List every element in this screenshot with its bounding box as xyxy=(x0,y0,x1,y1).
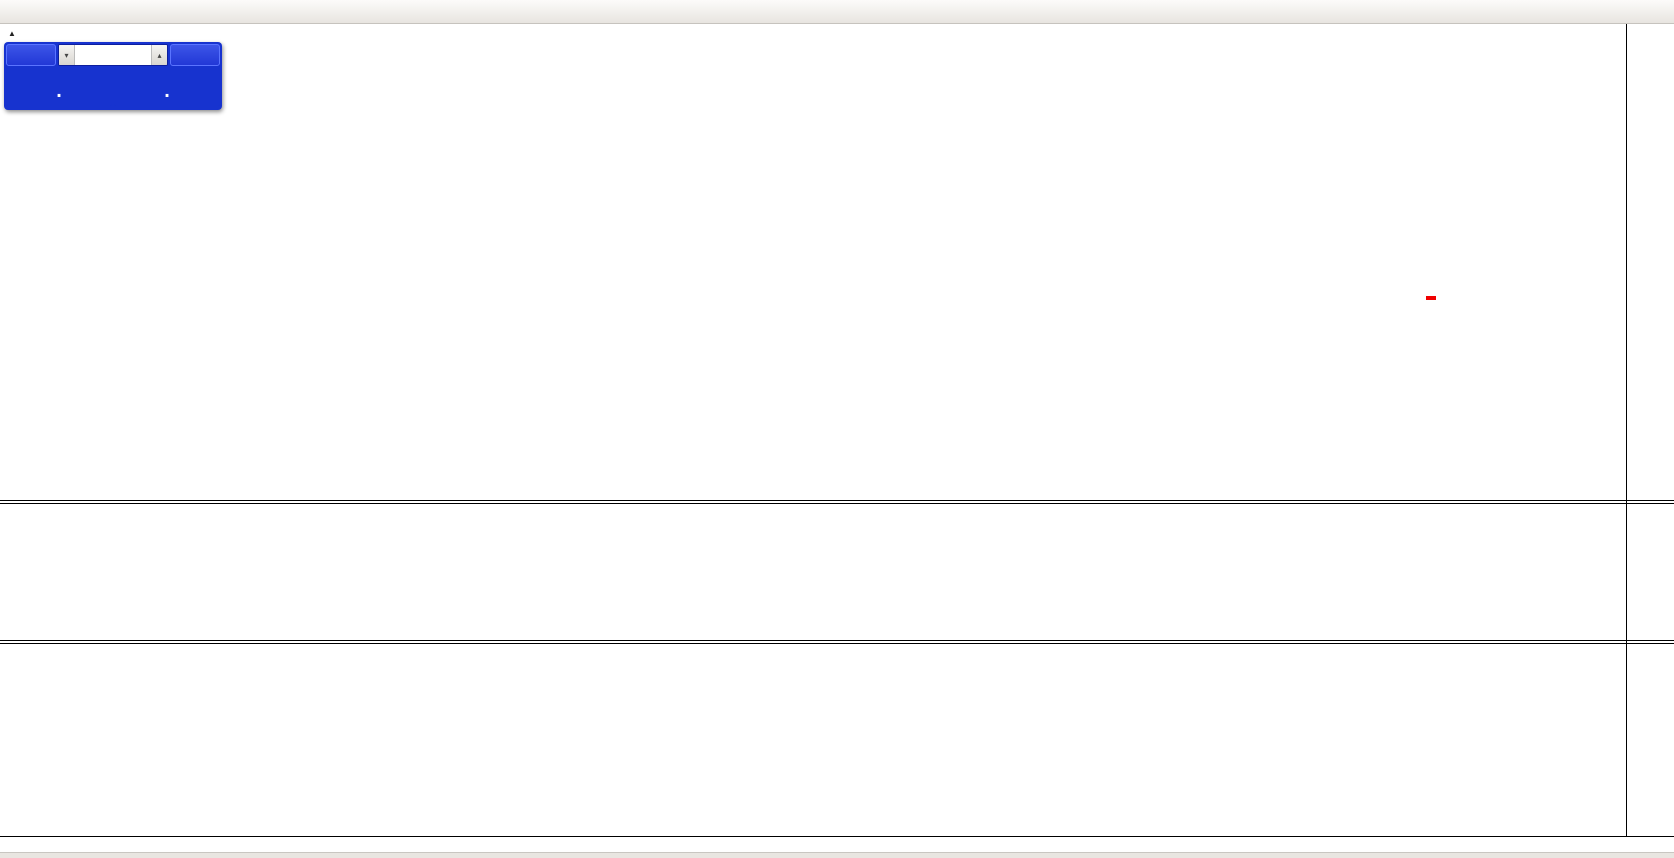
trading-platform-window: ▲ ▾ ▴ . . xyxy=(0,0,1674,858)
pane-separator[interactable] xyxy=(0,643,1674,644)
volume-decrease-button[interactable]: ▾ xyxy=(59,45,75,65)
pane-separator[interactable] xyxy=(0,640,1674,641)
volume-control: ▾ ▴ xyxy=(58,44,168,66)
candlestick-chart-canvas[interactable] xyxy=(0,24,1626,836)
volume-increase-button[interactable]: ▴ xyxy=(151,45,167,65)
time-axis-line xyxy=(0,836,1674,837)
buy-price-dot: . xyxy=(164,80,170,102)
sell-price-dot: . xyxy=(56,80,62,102)
sell-button[interactable] xyxy=(6,44,56,66)
price-axis[interactable] xyxy=(1626,24,1674,836)
pane-separator[interactable] xyxy=(0,503,1674,504)
buy-price-button[interactable]: . xyxy=(114,68,220,106)
pane-separator[interactable] xyxy=(0,500,1674,501)
volume-input[interactable] xyxy=(75,45,151,65)
collapse-panel-icon[interactable]: ▲ xyxy=(8,29,16,38)
sell-price-button[interactable]: . xyxy=(6,68,112,106)
chart-area[interactable]: ▲ ▾ ▴ . . xyxy=(0,24,1674,858)
toolbar xyxy=(0,0,1674,24)
one-click-trading-panel: ▾ ▴ . . xyxy=(4,42,222,110)
price-callout-box[interactable] xyxy=(1426,296,1436,300)
buy-button[interactable] xyxy=(170,44,220,66)
symbol-title: ▲ xyxy=(8,29,22,38)
time-axis[interactable] xyxy=(0,836,1674,856)
